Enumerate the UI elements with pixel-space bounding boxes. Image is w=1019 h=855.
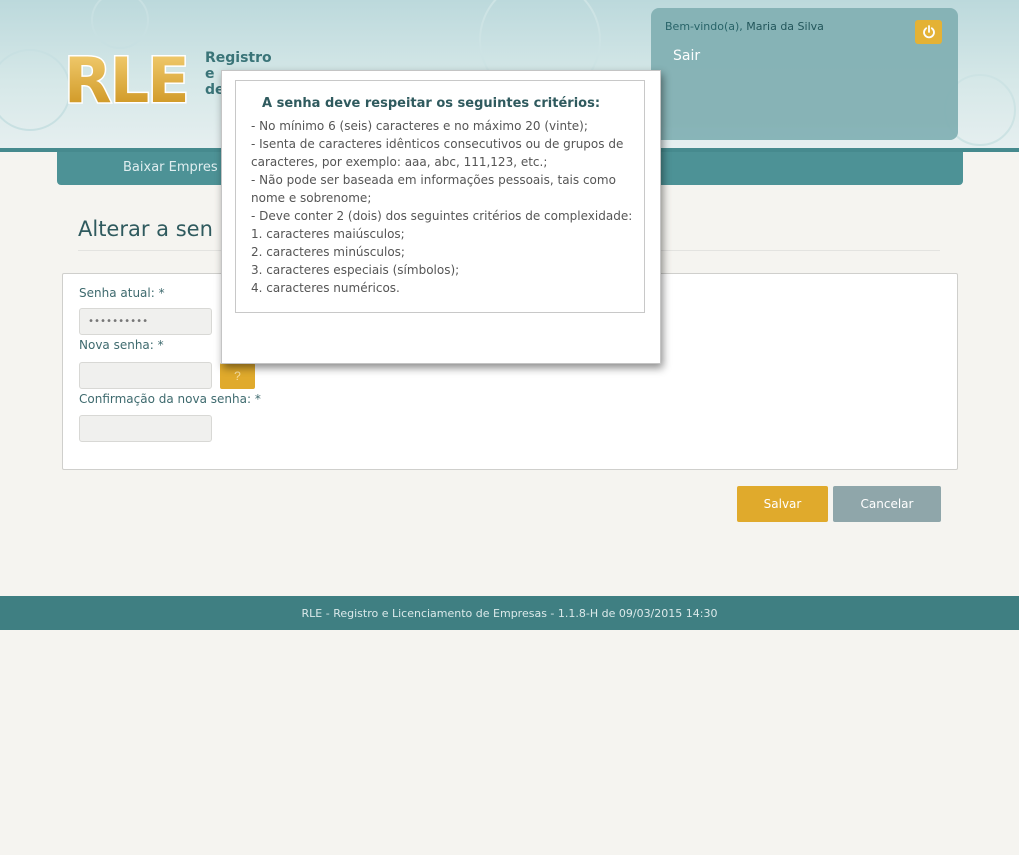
rle-logo: RLE [63,43,192,109]
welcome-prefix: Bem-vindo(a), [665,20,747,33]
criteria-item: - Isenta de caracteres idênticos consecu… [251,137,624,169]
password-criteria-modal: A senha deve respeitar os seguintes crit… [221,70,661,364]
password-help-button[interactable]: ? [220,363,255,389]
save-button[interactable]: Salvar [737,486,828,522]
user-panel: Bem-vindo(a), Maria da Silva Sair [651,8,958,140]
modal-content: A senha deve respeitar os seguintes crit… [235,80,645,313]
criteria-item: 4. caracteres numéricos. [251,281,400,295]
power-icon [922,25,935,39]
criteria-item: 1. caracteres maiúsculos; [251,227,405,241]
current-password-input[interactable]: •••••••••• [79,308,212,335]
logout-link[interactable]: Sair [673,48,700,64]
new-password-input[interactable] [79,362,212,389]
criteria-item: - No mínimo 6 (seis) caracteres e no máx… [251,119,588,133]
user-name: Maria da Silva [746,20,824,33]
criteria-item: - Não pode ser baseada em informações pe… [251,173,616,205]
criteria-list: - No mínimo 6 (seis) caracteres e no máx… [251,117,636,297]
criteria-item: - Deve conter 2 (dois) dos seguintes cri… [251,209,633,223]
svg-text:RLE: RLE [64,44,188,108]
nav-item-baixar-empresa[interactable]: Baixar Empres [123,160,218,175]
current-password-label: Senha atual: * [79,286,165,300]
power-button[interactable] [915,20,942,44]
cancel-button[interactable]: Cancelar [833,486,941,522]
brand-line: Registro [205,50,272,66]
footer-text: RLE - Registro e Licenciamento de Empres… [301,606,718,620]
page-title: Alterar a sen [78,217,213,241]
criteria-item: 3. caracteres especiais (símbolos); [251,263,460,277]
modal-title: A senha deve respeitar os seguintes crit… [262,96,601,111]
new-password-label: Nova senha: * [79,338,164,352]
footer: RLE - Registro e Licenciamento de Empres… [0,596,1019,630]
welcome-text: Bem-vindo(a), Maria da Silva [665,20,824,33]
confirm-password-label: Confirmação da nova senha: * [79,392,261,406]
confirm-password-input[interactable] [79,415,212,442]
criteria-item: 2. caracteres minúsculos; [251,245,405,259]
